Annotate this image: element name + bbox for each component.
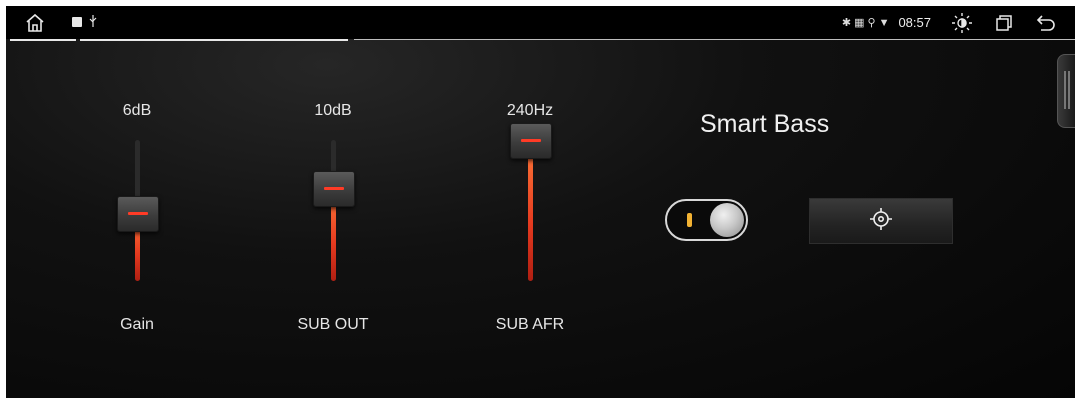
home-icon[interactable] [24,12,46,34]
location-icon: ⚲ [867,17,879,29]
back-icon[interactable] [1035,12,1057,34]
sub-afr-slider-track[interactable] [528,140,533,281]
crosshair-target-icon [868,206,894,237]
gain-slider-thumb[interactable] [117,196,159,233]
clock: 08:57 [898,15,931,30]
sub-afr-label: SUB AFR [495,316,565,333]
toggle-knob [710,203,744,237]
page-indicator-1 [10,39,76,41]
sub-afr-slider-thumb[interactable] [510,123,552,159]
status-right-group: ✱▦⚲▼ 08:57 [842,6,1067,39]
page-indicator-3 [354,39,1075,40]
wifi-icon: ▼ [878,17,893,29]
bluetooth-icon: ✱ [841,17,855,29]
sub-afr-slider-fill [528,140,533,281]
sub-out-value: 10dB [314,102,352,119]
sub-afr-value: 240Hz [506,102,554,119]
gain-label: Gain [120,316,154,333]
connectivity-icons: ✱▦⚲▼ [842,16,893,29]
side-drawer-handle[interactable] [1057,54,1075,128]
smart-bass-title: Smart Bass [700,110,830,138]
toggle-on-indicator [687,213,692,227]
sub-out-slider-group: 10dB SUB OUT [273,6,393,398]
sound-settings-screen: ✱▦⚲▼ 08:57 6dB Gain 10dB SUB OUT 240Hz S… [6,6,1075,398]
smart-bass-target-button[interactable] [809,198,953,244]
gain-slider-group: 6dB Gain [77,6,197,398]
brightness-icon[interactable] [951,12,973,34]
sub-afr-slider-group: 240Hz SUB AFR [470,6,590,398]
smart-bass-toggle[interactable] [665,199,748,241]
recent-apps-icon[interactable] [993,12,1015,34]
gain-value: 6dB [122,102,152,119]
sub-out-label: SUB OUT [297,316,369,333]
sub-out-slider-track[interactable] [331,140,336,281]
sub-out-slider-thumb[interactable] [313,170,355,207]
signal-icon: ▦ [854,17,868,29]
